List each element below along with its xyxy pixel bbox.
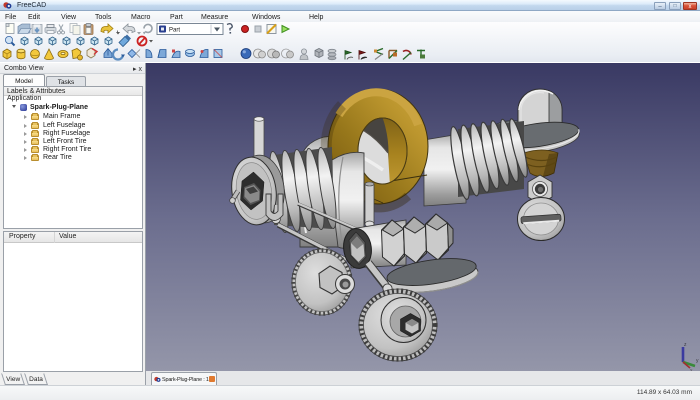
svg-text:Part: Part bbox=[169, 28, 180, 34]
